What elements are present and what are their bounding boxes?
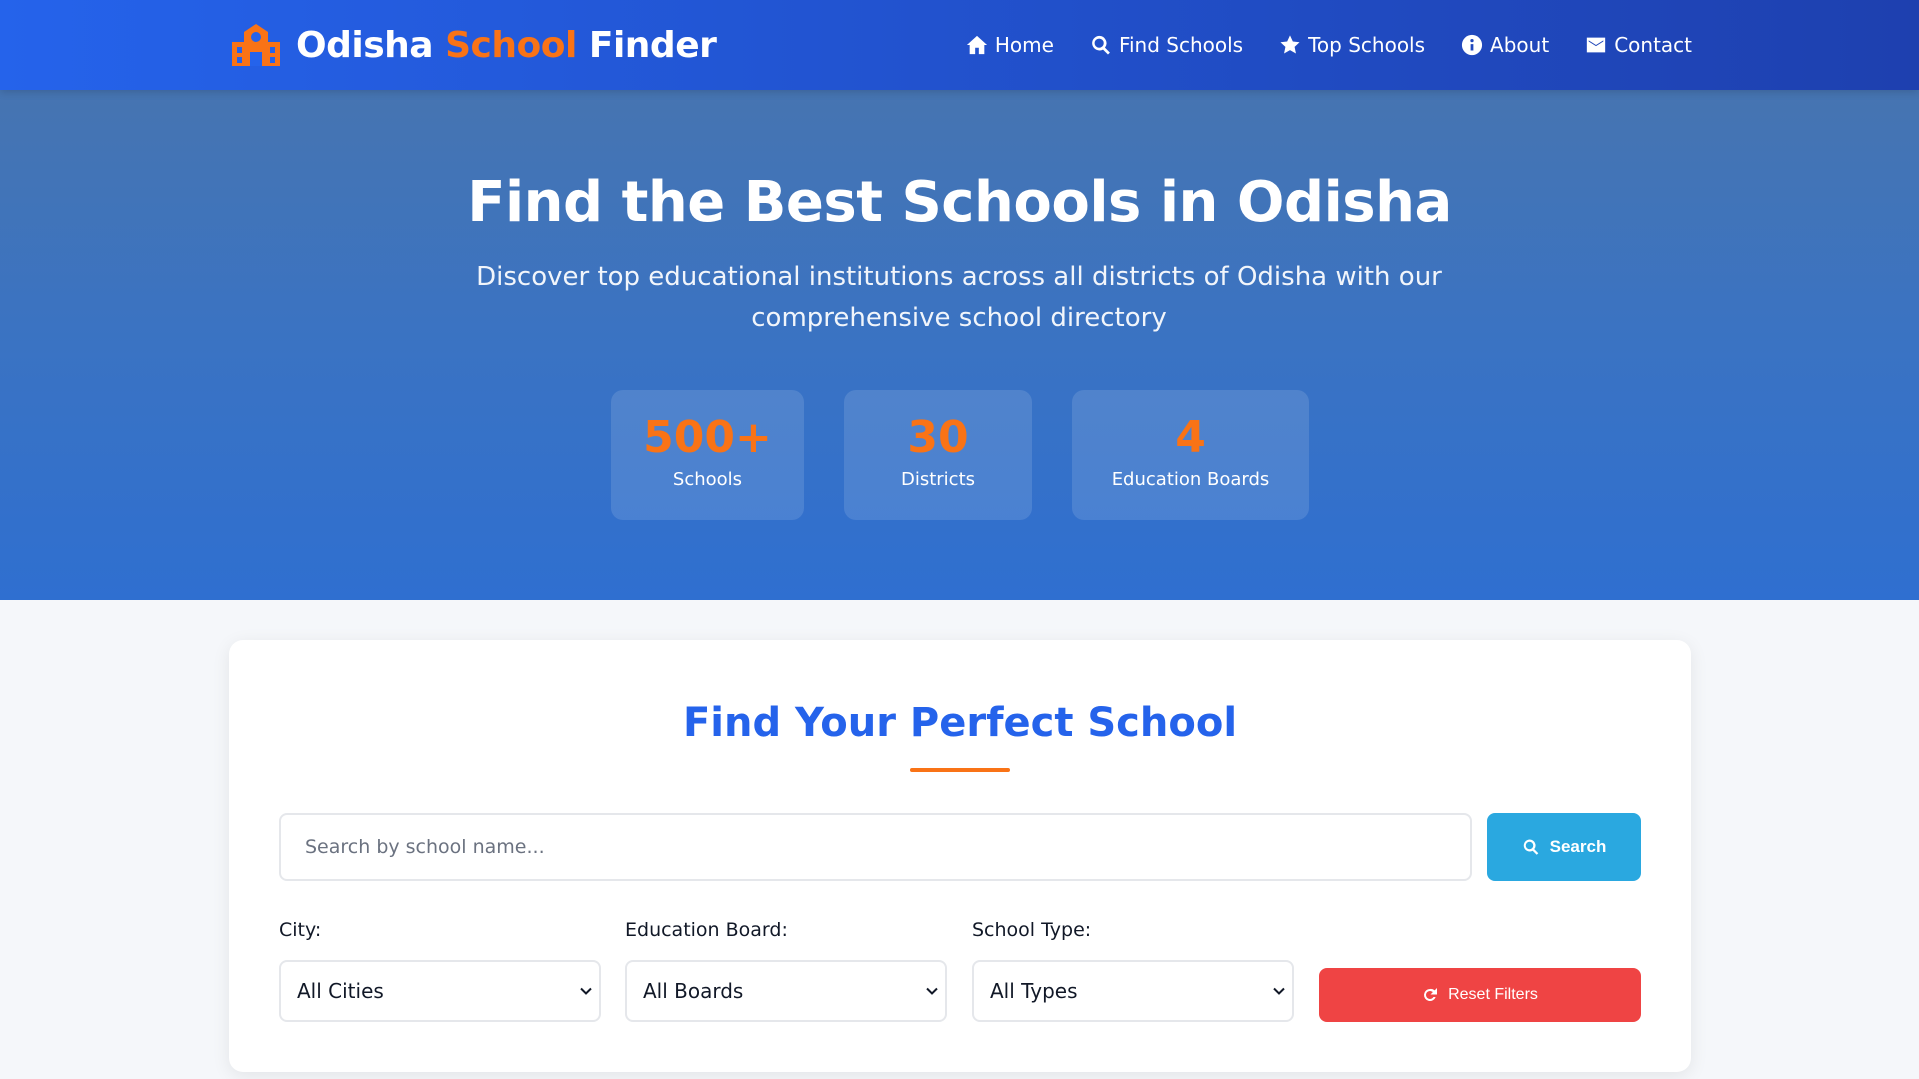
hero-subtitle: Discover top educational institutions ac… [476,262,1442,333]
nav-item-label: About [1490,33,1550,57]
stat-value: 4 [1175,412,1206,463]
stat-value: 500+ [643,412,772,463]
stat-card-districts: 30 Districts [844,390,1032,520]
nav-item-label: Find Schools [1118,33,1244,57]
city-filter-label: City: [279,919,322,941]
home-icon [966,35,987,55]
redo-icon [1424,988,1438,1001]
search-input[interactable] [279,813,1472,881]
search-icon [1092,35,1110,55]
search-button[interactable]: Search [1487,813,1641,881]
brand-name-part1: Odisha [296,24,434,66]
nav-item-find-schools[interactable]: Find Schools [1090,33,1243,57]
brand-name: Odisha School Finder [296,24,717,66]
brand-name-part3: Finder [588,24,717,66]
hero-title: Find the Best Schools in Odisha [467,170,1452,235]
info-icon [1461,34,1483,56]
stat-label: Schools [672,469,743,490]
stat-card-boards: 4 Education Boards [1072,390,1309,520]
board-select[interactable]: All Boards [625,960,947,1022]
nav-item-top-schools[interactable]: Top Schools [1279,33,1425,57]
board-filter-label: Education Board: [625,919,788,941]
navbar: Odisha School Finder Home Find Schools T… [0,0,1919,90]
nav-item-contact[interactable]: Contact [1585,33,1692,57]
nav-item-label: Top Schools [1308,33,1426,57]
stat-card-schools: 500+ Schools [611,390,804,520]
reset-filters-button[interactable]: Reset Filters [1319,968,1641,1022]
stat-label: Districts [900,469,976,490]
envelope-icon [1587,37,1606,53]
type-filter-label: School Type: [972,919,1092,941]
type-select[interactable]: All Types [972,960,1294,1022]
reset-button-label: Reset Filters [1448,986,1538,1003]
nav-item-label: Contact [1614,33,1692,57]
title-underline [910,768,1010,772]
search-icon [1523,839,1538,855]
brand-name-part2: School [445,24,577,66]
search-panel: Find Your Perfect School Search City: Al… [229,640,1691,1072]
search-button-label: Search [1549,837,1607,856]
nav-item-home[interactable]: Home [966,33,1054,57]
nav-item-about[interactable]: About [1461,33,1549,57]
hero-section: Find the Best Schools in Odisha Discover… [0,90,1919,600]
brand-logo[interactable]: Odisha School Finder [228,20,717,70]
stat-value: 30 [907,412,969,463]
star-icon [1280,35,1300,54]
stat-label: Education Boards [1111,469,1270,490]
search-panel-title: Find Your Perfect School [682,700,1238,746]
city-select[interactable]: All Cities [279,960,601,1022]
nav-item-label: Home [994,33,1054,57]
school-icon [232,24,280,66]
nav-menu: Home Find Schools Top Schools About Cont… [966,0,1692,90]
